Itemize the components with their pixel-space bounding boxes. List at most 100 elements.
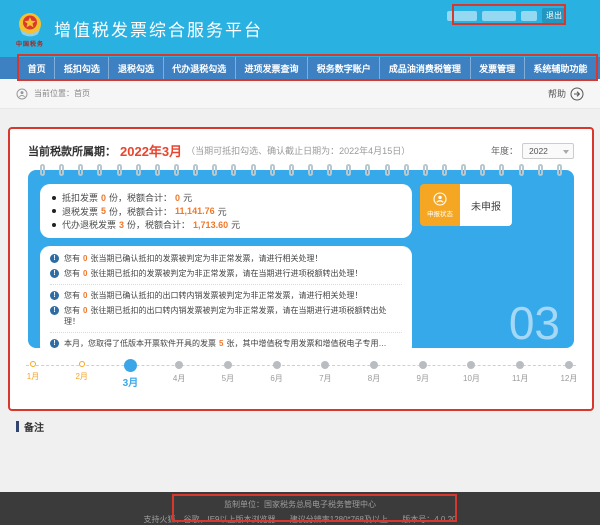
bullet-icon — [52, 223, 56, 227]
stat-label: 代办退税发票 — [62, 218, 116, 231]
timeline-month[interactable]: 7月 — [312, 358, 338, 389]
timeline-month[interactable]: 12月 — [556, 358, 582, 389]
period-header: 当前税款所属期： 2022年3月 （当期可抵扣勾选、确认截止日期为：2022年4… — [10, 129, 592, 168]
ring-icon — [193, 164, 198, 176]
stat-line: 退税发票 5 份，税额合计： 11,141.76 元 — [52, 205, 400, 218]
help-label: 帮助 — [548, 87, 566, 100]
timeline-month[interactable]: 9月 — [410, 358, 436, 389]
alert-icon: ! — [50, 269, 59, 278]
ring-icon — [251, 164, 256, 176]
timeline-month-label: 11月 — [512, 373, 528, 384]
nav-item-label: 税务数字账户 — [317, 62, 371, 75]
ring-icon — [423, 164, 428, 176]
nav-item[interactable]: 税务数字账户 — [307, 57, 379, 79]
redacted-taxpayer-id — [482, 11, 516, 21]
stat-mid-label: 份，税额合计： — [127, 218, 190, 231]
timeline-month[interactable]: 11月 — [507, 358, 533, 389]
notes-section: 备注 — [8, 419, 592, 434]
warning-text: 您有0张往期已抵扣的发票被判定为非正常发票，请在当期进行进项税额转出处理！ — [64, 268, 362, 279]
nav-item[interactable]: 系统辅助功能 — [524, 57, 597, 79]
nav-item[interactable]: 抵扣勾选 — [54, 57, 108, 79]
period-hint: （当期可抵扣勾选、确认截止日期为：2022年4月15日） — [186, 144, 410, 157]
app-title: 增值税发票综合服务平台 — [54, 16, 263, 41]
ring-icon — [480, 164, 485, 176]
stat-unit: 元 — [231, 218, 240, 231]
year-select-value: 2022 — [529, 146, 548, 156]
stat-line: 代办退税发票 3 份，税额合计： 1,713.60 元 — [52, 218, 400, 231]
ring-icon — [212, 164, 217, 176]
timeline-month[interactable]: 2月 — [69, 358, 95, 389]
bullet-icon — [52, 209, 56, 213]
tax-logo: 中国税务 — [16, 12, 44, 48]
stat-unit: 元 — [218, 205, 227, 218]
stat-amount: 11,141.76 — [175, 206, 215, 216]
logout-button[interactable]: 退出 — [542, 8, 566, 23]
arrow-right-icon — [570, 87, 584, 101]
stat-count: 3 — [119, 220, 124, 230]
calendar-panel: 抵扣发票 0 份，税额合计： 0 元 退税发票 5 份，税额合计： 11,141… — [28, 170, 574, 348]
ring-icon — [557, 164, 562, 176]
stat-unit: 元 — [183, 191, 192, 204]
binder-rings — [40, 164, 562, 176]
alert-icon: ! — [50, 254, 59, 263]
nav-item[interactable]: 进项发票查询 — [235, 57, 307, 79]
app-header: 中国税务 增值税发票综合服务平台 退出 — [0, 0, 600, 57]
ring-icon — [117, 164, 122, 176]
tax-emblem-icon — [17, 12, 43, 38]
warning-text: 您有0张往期已抵扣的出口转内销发票被判定为非正常发票，请在当期进行进项税额转出处… — [64, 305, 402, 327]
stat-amount: 0 — [175, 193, 180, 203]
stat-label: 退税发票 — [62, 205, 98, 218]
declare-status-group: 申报状态 未申报 — [420, 184, 512, 226]
timeline-dot-icon — [273, 361, 281, 369]
user-status-icon — [433, 192, 447, 206]
footer-meta: 支持火狐、谷歌、IE9以上版本浏览器 建议分辨率1280*768及以上 版本号：… — [0, 514, 600, 525]
warning-text: 本月，您取得了低版本开票软件开具的发票5张，其中增值税专用发票和增值税电子专用… — [64, 338, 386, 349]
ring-icon — [136, 164, 141, 176]
nav-item-label: 代办退税勾选 — [172, 62, 226, 75]
timeline-dot-icon — [321, 361, 329, 369]
nav-list: 首页抵扣勾选退税勾选代办退税勾选进项发票查询税务数字账户成品油消费税管理发票管理… — [0, 57, 600, 79]
ring-icon — [385, 164, 390, 176]
ring-icon — [404, 164, 409, 176]
ring-icon — [270, 164, 275, 176]
timeline-month[interactable]: 8月 — [361, 358, 387, 389]
timeline-month[interactable]: 4月 — [166, 358, 192, 389]
nav-item[interactable]: 代办退税勾选 — [163, 57, 235, 79]
nav-item[interactable]: 发票管理 — [470, 57, 524, 79]
nav-item[interactable]: 退税勾选 — [108, 57, 162, 79]
notes-title: 备注 — [16, 419, 584, 434]
page-footer: 监制单位：国家税务总局电子税务管理中心 支持火狐、谷歌、IE9以上版本浏览器 建… — [0, 492, 600, 525]
ring-icon — [365, 164, 370, 176]
invoice-stats: 抵扣发票 0 份，税额合计： 0 元 退税发票 5 份，税额合计： 11,141… — [40, 184, 412, 238]
redacted-taxpayer-name — [447, 11, 477, 21]
ring-icon — [155, 164, 160, 176]
year-select[interactable]: 2022 — [522, 143, 574, 159]
warning-text: 您有0张当期已确认抵扣的出口转内销发票被判定为非正常发票，请进行相关处理！ — [64, 290, 362, 301]
timeline-month-label: 6月 — [270, 373, 282, 384]
year-label: 年度： — [491, 144, 518, 157]
ring-icon — [78, 164, 83, 176]
timeline-month[interactable]: 3月 — [117, 358, 143, 389]
timeline-month-label: 10月 — [463, 373, 480, 384]
title-bar-icon — [16, 421, 19, 432]
nav-item[interactable]: 成品油消费税管理 — [379, 57, 469, 79]
period-label: 当前税款所属期： — [28, 143, 116, 159]
breadcrumb-label: 当前位置：首页 — [34, 88, 90, 99]
timeline-month-label: 4月 — [173, 373, 185, 384]
ring-icon — [40, 164, 45, 176]
nav-item[interactable]: 首页 — [18, 57, 54, 79]
stat-mid-label: 份，税额合计： — [109, 191, 172, 204]
ring-icon — [231, 164, 236, 176]
ring-icon — [442, 164, 447, 176]
nav-item-label: 系统辅助功能 — [533, 62, 587, 75]
main-nav: 首页抵扣勾选退税勾选代办退税勾选进项发票查询税务数字账户成品油消费税管理发票管理… — [0, 57, 600, 79]
timeline-month[interactable]: 10月 — [458, 358, 484, 389]
timeline-dot-icon — [419, 361, 427, 369]
timeline-month[interactable]: 6月 — [264, 358, 290, 389]
timeline-month[interactable]: 1月 — [20, 358, 46, 389]
timeline-month[interactable]: 5月 — [215, 358, 241, 389]
help-button[interactable]: 帮助 — [548, 87, 584, 101]
nav-item-label: 抵扣勾选 — [64, 62, 100, 75]
stat-line: 抵扣发票 0 份，税额合计： 0 元 — [52, 191, 400, 204]
declare-status-badge[interactable]: 申报状态 — [420, 184, 460, 226]
